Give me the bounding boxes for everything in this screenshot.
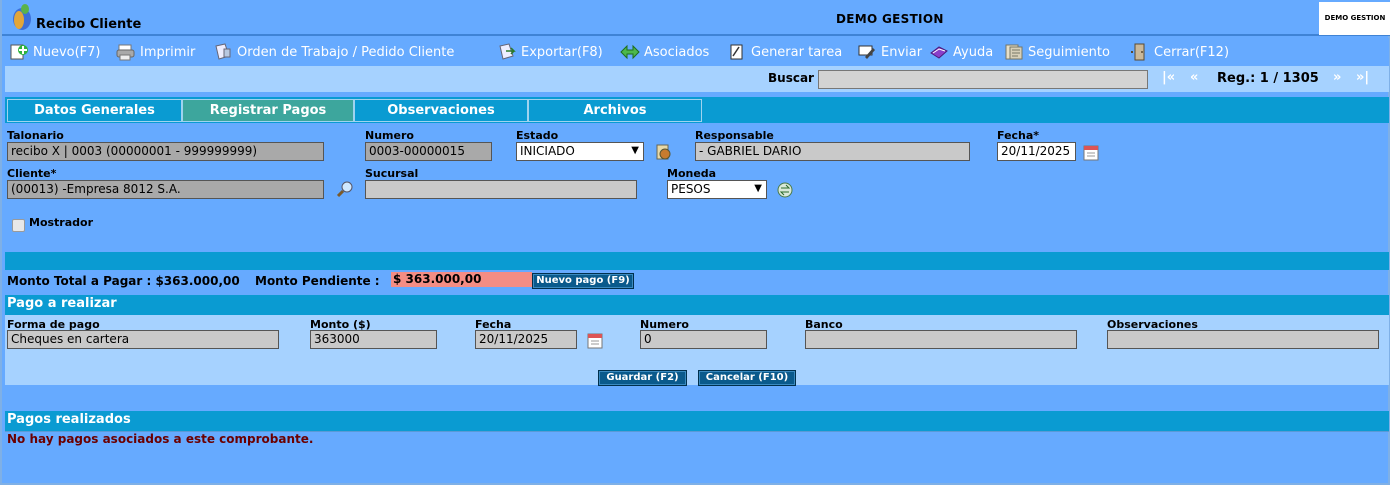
payment-fecha-field[interactable]: 20/11/2025 xyxy=(475,330,577,349)
last-record-button[interactable]: »| xyxy=(1356,70,1369,85)
calendar-icon[interactable] xyxy=(586,331,606,351)
new-payment-button[interactable]: Nuevo pago (F9) xyxy=(532,273,634,289)
pending-label: Monto Pendiente : xyxy=(255,274,380,288)
status-history-icon[interactable] xyxy=(654,143,672,161)
talonario-label: Talonario xyxy=(7,129,64,142)
tracking-label: Seguimiento xyxy=(1028,44,1110,60)
payment-numero-field[interactable]: 0 xyxy=(640,330,767,349)
new-button[interactable]: Nuevo(F7) xyxy=(9,41,101,63)
search-input[interactable] xyxy=(818,70,1148,89)
close-label: Cerrar(F12) xyxy=(1154,44,1230,60)
empty-payments-message: No hay pagos asociados a este comprobant… xyxy=(7,432,314,446)
add-icon xyxy=(10,44,28,60)
export-icon xyxy=(499,43,516,60)
forma-pago-field[interactable]: Cheques en cartera xyxy=(7,330,279,349)
chevron-down-icon: ▼ xyxy=(631,145,639,156)
send-icon xyxy=(858,45,875,59)
help-button[interactable]: Ayuda xyxy=(929,41,993,63)
print-label: Imprimir xyxy=(140,44,196,60)
observaciones-field[interactable] xyxy=(1107,330,1379,349)
work-order-label: Orden de Trabajo / Pedido Cliente xyxy=(237,44,455,60)
estado-label: Estado xyxy=(516,129,559,142)
search-label: Buscar xyxy=(768,71,814,85)
tracking-icon xyxy=(1005,44,1023,60)
generate-task-label: Generar tarea xyxy=(751,44,843,60)
tab-registrar-pagos[interactable]: Registrar Pagos xyxy=(182,99,354,122)
tab-archivos[interactable]: Archivos xyxy=(528,99,702,122)
total-amount: Monto Total a Pagar : $363.000,00 xyxy=(7,274,240,288)
work-order-button[interactable]: Orden de Trabajo / Pedido Cliente xyxy=(213,41,454,63)
tracking-button[interactable]: Seguimiento xyxy=(1004,41,1110,63)
payment-section-header: Pago a realizar xyxy=(5,295,1389,315)
tab-datos-generales[interactable]: Datos Generales xyxy=(7,99,182,122)
first-record-button[interactable]: |« xyxy=(1162,70,1175,85)
numero-field[interactable]: 0003-00000015 xyxy=(365,142,492,161)
toolbar: Nuevo(F7) Imprimir Orden de Trabajo / Pe… xyxy=(5,38,1389,66)
fecha-field[interactable]: 20/11/2025 xyxy=(997,142,1076,161)
print-button[interactable]: Imprimir xyxy=(116,41,195,63)
sucursal-field[interactable] xyxy=(365,180,637,199)
close-button[interactable]: Cerrar(F12) xyxy=(1130,41,1229,63)
send-button[interactable]: Enviar xyxy=(857,41,922,63)
title-bar: Recibo Cliente DEMO GESTION DEMO GESTION xyxy=(2,0,1390,36)
calendar-icon[interactable] xyxy=(1082,143,1102,163)
new-label: Nuevo(F7) xyxy=(33,44,101,60)
app-window: Recibo Cliente DEMO GESTION DEMO GESTION… xyxy=(0,0,1390,485)
save-button[interactable]: Guardar (F2) xyxy=(598,370,687,386)
fecha-label: Fecha* xyxy=(997,129,1040,142)
task-icon xyxy=(730,44,743,60)
talonario-field[interactable]: recibo X | 0003 (00000001 - 999999999) xyxy=(7,142,324,161)
export-button[interactable]: Exportar(F8) xyxy=(497,41,603,63)
responsable-field[interactable]: - GABRIEL DARIO xyxy=(695,142,970,161)
mostrador-checkbox[interactable] xyxy=(12,219,25,232)
close-door-icon xyxy=(1131,43,1145,61)
generate-task-button[interactable]: Generar tarea xyxy=(727,41,842,63)
app-title: Recibo Cliente xyxy=(36,17,142,32)
moneda-value: PESOS xyxy=(671,182,711,196)
estado-value: INICIADO xyxy=(520,144,575,158)
brand-logo: DEMO GESTION xyxy=(1319,2,1390,35)
moneda-select[interactable]: PESOS ▼ xyxy=(667,180,767,199)
associates-icon xyxy=(620,44,640,60)
tab-strip: Datos Generales Registrar Pagos Observac… xyxy=(5,97,1389,123)
banco-field[interactable] xyxy=(805,330,1077,349)
monto-field[interactable]: 363000 xyxy=(310,330,437,349)
payment-section-title: Pago a realizar xyxy=(7,296,117,311)
record-counter: Reg.: 1 / 1305 xyxy=(1217,71,1319,86)
send-label: Enviar xyxy=(881,44,923,60)
moneda-label: Moneda xyxy=(667,167,717,180)
estado-select[interactable]: INICIADO ▼ xyxy=(516,142,644,161)
printer-icon xyxy=(116,44,135,61)
responsable-label: Responsable xyxy=(695,129,774,142)
cliente-label: Cliente* xyxy=(7,167,57,180)
help-label: Ayuda xyxy=(953,44,994,60)
associates-label: Asociados xyxy=(644,44,710,60)
tab-observaciones[interactable]: Observaciones xyxy=(354,99,528,122)
payments-done-title: Pagos realizados xyxy=(7,412,131,427)
help-book-icon xyxy=(930,46,948,59)
company-title: DEMO GESTION xyxy=(836,12,944,26)
numero-label: Numero xyxy=(365,129,414,142)
payments-done-header: Pagos realizados xyxy=(5,411,1389,431)
section-divider xyxy=(5,252,1389,270)
associates-button[interactable]: Asociados xyxy=(620,41,709,63)
cliente-field[interactable]: (00013) -Empresa 8012 S.A. xyxy=(7,180,324,199)
prev-record-button[interactable]: « xyxy=(1190,70,1198,85)
cancel-button[interactable]: Cancelar (F10) xyxy=(698,370,796,386)
app-logo-icon xyxy=(13,4,31,30)
exchange-rate-icon[interactable] xyxy=(775,180,795,200)
sucursal-label: Sucursal xyxy=(365,167,419,180)
pending-amount: $ 363.000,00 xyxy=(391,272,532,287)
export-label: Exportar(F8) xyxy=(521,44,603,60)
search-bar: Buscar |« « Reg.: 1 / 1305 » »| xyxy=(5,66,1389,92)
search-client-icon[interactable] xyxy=(335,179,355,199)
mostrador-label: Mostrador xyxy=(29,216,94,229)
chevron-down-icon: ▼ xyxy=(754,183,762,194)
next-record-button[interactable]: » xyxy=(1333,70,1341,85)
document-icon xyxy=(215,43,231,60)
